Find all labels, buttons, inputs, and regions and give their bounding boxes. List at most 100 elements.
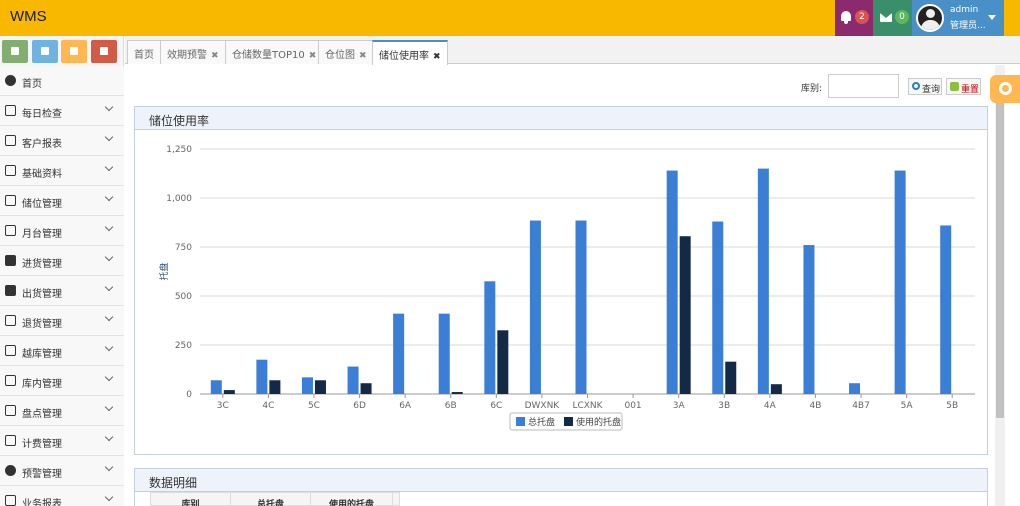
- sidebar-item-label: 退货管理: [22, 319, 62, 330]
- list-icon: [5, 315, 16, 326]
- users-icon: [70, 47, 78, 55]
- x-tick-label: 4C: [262, 401, 274, 411]
- legend-swatch: [564, 417, 573, 426]
- sidebar-item-label: 客户报表: [22, 139, 62, 150]
- x-tick-label: 5B: [946, 401, 958, 411]
- sidebar-item-label: 进货管理: [22, 259, 62, 270]
- bar-total: [210, 380, 222, 394]
- sidebar-item-business-reports[interactable]: 业务报表: [0, 486, 124, 506]
- avatar: [916, 4, 944, 32]
- close-icon[interactable]: ✖: [309, 51, 317, 61]
- tab-top10[interactable]: 仓储数量TOP10 ✖: [225, 40, 324, 64]
- close-icon[interactable]: ✖: [359, 51, 367, 61]
- tab-bar: 首页 效期预警 ✖ 仓储数量TOP10 ✖ 仓位图 ✖ 储位使用率 ✖: [125, 36, 1020, 65]
- tab-label: 仓位图: [325, 50, 355, 61]
- y-tick-label: 500: [175, 292, 192, 302]
- bar-used: [314, 380, 326, 394]
- search-button-label: 查询: [922, 85, 941, 95]
- sidebar-item-label: 储位管理: [22, 199, 62, 210]
- caret-down-icon: [988, 15, 996, 20]
- sidebar-item-label: 盘点管理: [22, 409, 62, 420]
- column-header[interactable]: 库别: [151, 493, 231, 506]
- scrollbar-thumb[interactable]: [996, 98, 1004, 418]
- warehouse-input[interactable]: [828, 74, 899, 98]
- chevron-down-icon: [104, 312, 114, 322]
- bar-total: [940, 225, 952, 394]
- sidebar-item-customer-reports[interactable]: 客户报表: [0, 126, 124, 156]
- close-icon[interactable]: ✖: [433, 52, 441, 62]
- x-tick-label: 6C: [490, 401, 502, 411]
- sidebar-item-storage[interactable]: 储位管理: [0, 186, 124, 216]
- column-header[interactable]: 使用的托盘: [311, 493, 393, 506]
- sidebar-item-home[interactable]: 首页: [0, 66, 124, 96]
- shortcut-users-button[interactable]: [61, 40, 87, 63]
- detail-table-header: 库别 总托盘 使用的托盘: [150, 492, 400, 506]
- sidebar-item-alerts[interactable]: 预警管理: [0, 456, 124, 486]
- sidebar-item-label: 首页: [22, 79, 42, 90]
- bar-total: [803, 245, 815, 394]
- tab-expiry-alert[interactable]: 效期预警 ✖: [160, 40, 226, 64]
- sidebar-item-in-warehouse[interactable]: 库内管理: [0, 366, 124, 396]
- list-icon: [5, 135, 16, 146]
- sidebar-item-basic-data[interactable]: 基础资料: [0, 156, 124, 186]
- bar-total: [301, 377, 313, 394]
- tab-label: 首页: [134, 50, 154, 61]
- sidebar-item-inbound[interactable]: 进货管理: [0, 246, 124, 276]
- tab-label: 储位使用率: [379, 51, 429, 62]
- chevron-down-icon: [104, 192, 114, 202]
- bar-total: [712, 221, 724, 394]
- y-tick-label: 250: [175, 341, 192, 351]
- bar-total: [256, 359, 268, 394]
- list-ul-icon: [5, 225, 16, 236]
- sidebar-item-daily-check[interactable]: 每日检查: [0, 96, 124, 126]
- x-tick-label: 6D: [353, 401, 366, 411]
- app-brand[interactable]: WMS: [10, 8, 47, 25]
- chevron-down-icon: [104, 282, 114, 292]
- signal-icon: [11, 47, 19, 55]
- bar-total: [575, 220, 587, 394]
- y-tick-label: 1,250: [166, 145, 192, 155]
- legend-swatch: [516, 417, 525, 426]
- bar-total: [529, 220, 541, 394]
- bar-used: [223, 390, 235, 394]
- cogs-icon: [100, 47, 108, 55]
- tab-location-map[interactable]: 仓位图 ✖: [318, 40, 374, 64]
- shortcut-stats-button[interactable]: [2, 40, 28, 63]
- sidebar-item-billing[interactable]: 计费管理: [0, 426, 124, 456]
- close-icon[interactable]: ✖: [211, 51, 219, 61]
- tab-location-usage[interactable]: 储位使用率 ✖: [372, 40, 448, 65]
- x-tick-label: 6A: [399, 401, 412, 411]
- sidebar-item-dock[interactable]: 月台管理: [0, 216, 124, 246]
- sidebar-item-stocktake[interactable]: 盘点管理: [0, 396, 124, 426]
- sidebar-item-label: 计费管理: [22, 439, 62, 450]
- vertical-scrollbar[interactable]: [995, 65, 1005, 506]
- x-tick-label: 001: [624, 401, 641, 411]
- messages-button[interactable]: 0: [873, 0, 912, 36]
- legend-label: 总托盘: [528, 416, 555, 428]
- sidebar-item-label: 库内管理: [22, 379, 62, 390]
- column-header[interactable]: 总托盘: [231, 493, 311, 506]
- sidebar-item-returns[interactable]: 退货管理: [0, 306, 124, 336]
- tab-home[interactable]: 首页: [127, 40, 161, 64]
- user-menu[interactable]: admin 管理员...: [912, 0, 1004, 36]
- bar-total: [894, 170, 906, 394]
- x-tick-label: 4B7: [852, 401, 870, 411]
- chevron-down-icon: [104, 462, 114, 472]
- settings-toggle-button[interactable]: [990, 75, 1020, 103]
- search-button[interactable]: 查询: [908, 78, 942, 95]
- x-tick-label: 6B: [445, 401, 457, 411]
- sidebar-item-crossdock[interactable]: 越库管理: [0, 336, 124, 366]
- sidebar-item-label: 预警管理: [22, 469, 62, 480]
- x-tick-label: 5C: [308, 401, 320, 411]
- bar-total: [666, 170, 678, 394]
- notifications-button[interactable]: 2: [835, 0, 873, 36]
- sidebar-item-label: 业务报表: [22, 499, 62, 506]
- sidebar-item-outbound[interactable]: 出货管理: [0, 276, 124, 306]
- bar-used: [269, 380, 281, 394]
- reset-button[interactable]: 重置: [946, 78, 981, 95]
- chevron-down-icon: [104, 402, 114, 412]
- list-icon: [5, 495, 16, 506]
- shortcut-edit-button[interactable]: [32, 40, 58, 63]
- messages-badge: 0: [895, 10, 909, 24]
- shortcut-settings-button[interactable]: [91, 40, 117, 63]
